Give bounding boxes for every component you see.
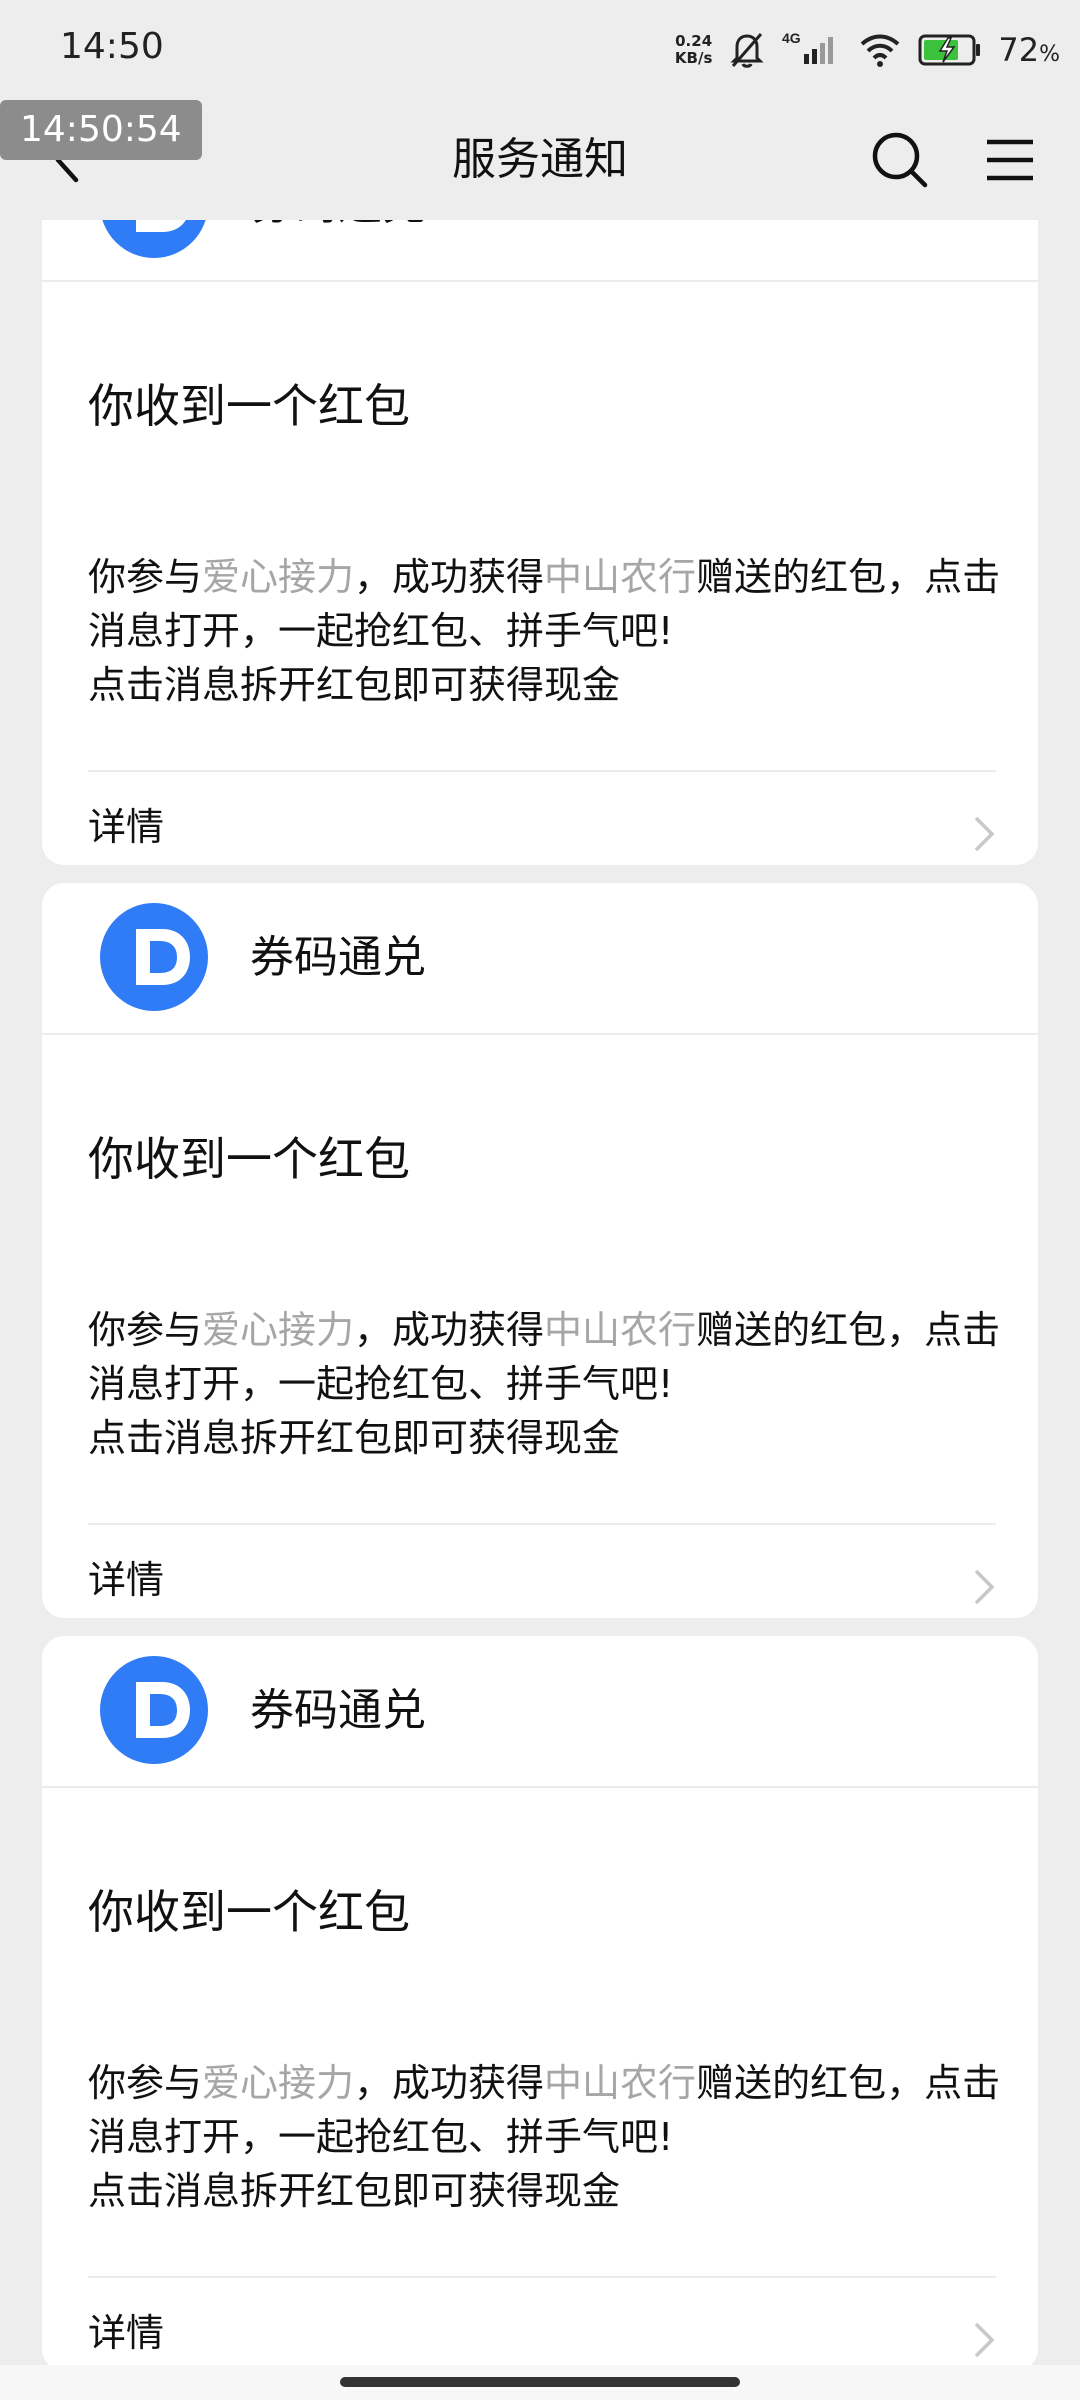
signal-icon: 4G <box>782 30 834 64</box>
chevron-right-icon <box>974 1569 995 1605</box>
sender-logo <box>100 903 208 1011</box>
body-highlight: 爱心接力 <box>202 555 355 599</box>
status-time: 14:50 <box>60 26 164 67</box>
battery-percent-unit: % <box>1039 42 1060 67</box>
body-text: 点击消息拆开红包即可获得现金 <box>88 1416 621 1460</box>
details-label: 详情 <box>88 2311 165 2355</box>
sender-name: 券码通兑 <box>250 1685 426 1736</box>
home-indicator-area <box>0 2365 1080 2400</box>
body-text: ，成功获得 <box>354 2061 545 2105</box>
mute-bell-icon <box>730 33 764 68</box>
screenshot-timestamp: 14:50:54 <box>0 100 202 160</box>
body-text: 你参与 <box>88 1308 203 1352</box>
network-speed: 0.24 KB/s <box>675 33 712 67</box>
network-type-label: 4G <box>782 30 801 46</box>
notification-title: 你收到一个红包 <box>88 1132 410 1186</box>
details-link[interactable]: 详情 <box>42 1525 1038 1618</box>
sender-logo <box>102 220 206 258</box>
card-header: 券码通兑 <box>42 1636 1038 1788</box>
body-highlight: 中山农行 <box>544 1308 697 1352</box>
body-text: ，成功获得 <box>354 1308 545 1352</box>
body-text: 你参与 <box>88 2061 203 2105</box>
home-indicator[interactable] <box>340 2377 740 2387</box>
body-highlight: 爱心接力 <box>202 1308 355 1352</box>
wifi-icon <box>861 34 900 67</box>
body-highlight: 爱心接力 <box>202 2061 355 2105</box>
battery-percent-value: 72 <box>998 31 1040 69</box>
body-text: 点击消息拆开红包即可获得现金 <box>88 663 621 707</box>
notification-card[interactable]: 券码通兑 你收到一个红包 你参与爱心接力，成功获得中山农行赠送的红包，点击消息打… <box>42 220 1038 865</box>
battery-charging-icon <box>918 34 981 66</box>
details-link[interactable]: 详情 <box>42 2278 1038 2365</box>
notification-title: 你收到一个红包 <box>88 1885 410 1939</box>
menu-icon[interactable] <box>975 125 1045 195</box>
card-header: 券码通兑 <box>42 220 1038 282</box>
body-text: 点击消息拆开红包即可获得现金 <box>88 2169 621 2213</box>
chevron-right-icon <box>974 816 995 852</box>
notification-card[interactable]: 券码通兑 你收到一个红包 你参与爱心接力，成功获得中山农行赠送的红包，点击消息打… <box>42 1636 1038 2365</box>
status-icons: 0.24 KB/s 4G 72% <box>675 22 1060 78</box>
notification-title: 你收到一个红包 <box>88 379 410 433</box>
details-link[interactable]: 详情 <box>42 772 1038 865</box>
notification-body: 你参与爱心接力，成功获得中山农行赠送的红包，点击消息打开，一起抢红包、拼手气吧!… <box>88 550 1008 712</box>
body-highlight: 中山农行 <box>544 2061 697 2105</box>
card-header: 券码通兑 <box>42 883 1038 1035</box>
network-speed-value: 0.24 <box>675 32 713 50</box>
status-bar: 14:50 0.24 KB/s 4G 72% <box>0 0 1080 100</box>
notification-body: 你参与爱心接力，成功获得中山农行赠送的红包，点击消息打开，一起抢红包、拼手气吧!… <box>88 1303 1008 1465</box>
chevron-right-icon <box>974 2322 995 2358</box>
details-label: 详情 <box>88 1558 165 1602</box>
search-icon[interactable] <box>865 125 935 195</box>
body-highlight: 中山农行 <box>544 555 697 599</box>
details-label: 详情 <box>88 805 165 849</box>
body-text: ，成功获得 <box>354 555 545 599</box>
sender-name: 券码通兑 <box>250 220 426 280</box>
battery-percent: 72% <box>998 31 1060 69</box>
sender-name: 券码通兑 <box>250 932 426 983</box>
notification-card[interactable]: 券码通兑 你收到一个红包 你参与爱心接力，成功获得中山农行赠送的红包，点击消息打… <box>42 883 1038 1618</box>
sender-logo <box>100 1656 208 1764</box>
notification-list[interactable]: 券码通兑 你收到一个红包 你参与爱心接力，成功获得中山农行赠送的红包，点击消息打… <box>0 220 1080 2365</box>
notification-body: 你参与爱心接力，成功获得中山农行赠送的红包，点击消息打开，一起抢红包、拼手气吧!… <box>88 2056 1008 2218</box>
network-speed-unit: KB/s <box>674 49 713 67</box>
body-text: 你参与 <box>88 555 203 599</box>
